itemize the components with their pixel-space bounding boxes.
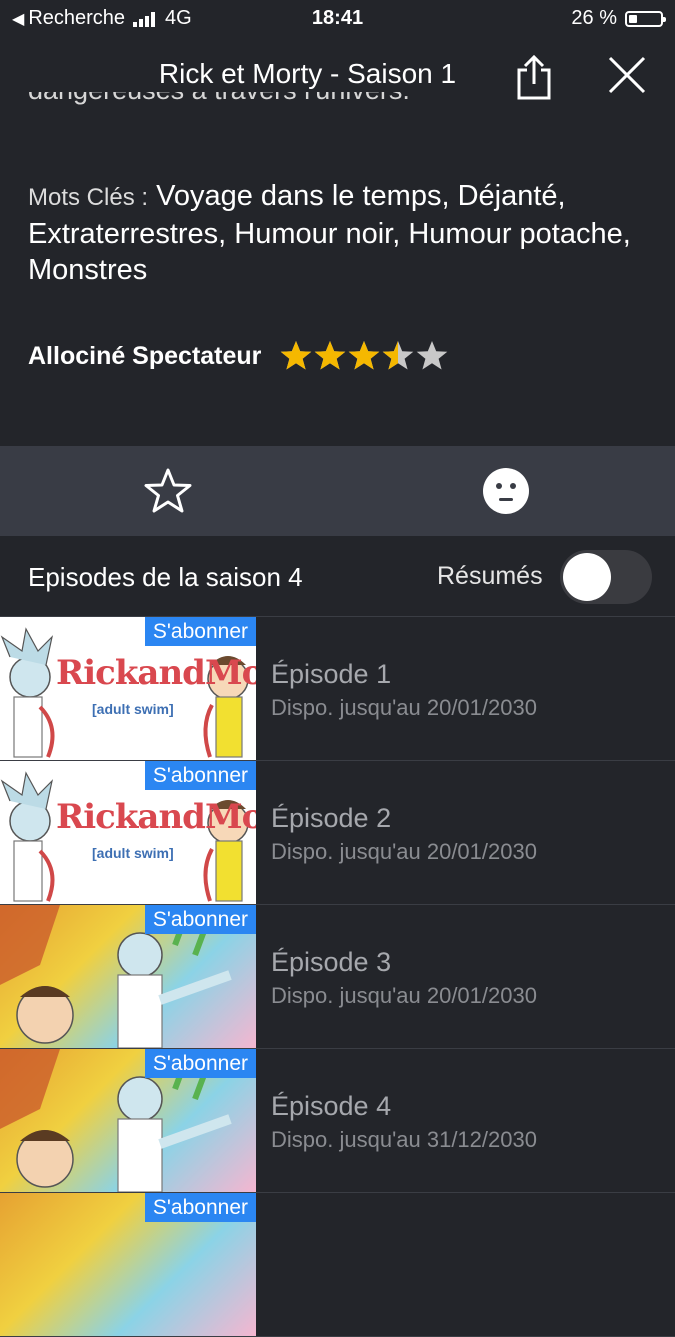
keywords: Mots Clés : Voyage dans le temps, Déjant… <box>28 178 648 288</box>
rating-star-icon <box>313 339 347 373</box>
rating-star-icon <box>347 339 381 373</box>
subscribe-badge[interactable]: S'abonner <box>144 617 256 646</box>
summaries-toggle[interactable] <box>560 550 652 604</box>
episode-thumbnail: S'abonner <box>0 905 256 1048</box>
episode-row[interactable]: S'abonner <box>0 1193 675 1337</box>
episode-availability: Dispo. jusqu'au 20/01/2030 <box>271 983 537 1008</box>
subscribe-badge[interactable]: S'abonner <box>144 1049 256 1078</box>
thumb-sub: [adult swim] <box>92 701 174 717</box>
episode-row[interactable]: RickandMorty [adult swim] S'abonner Épis… <box>0 761 675 905</box>
episode-thumbnail: S'abonner <box>0 1049 256 1192</box>
episode-list: RickandMorty [adult swim] S'abonner Épis… <box>0 617 675 1337</box>
status-bar: ◀ Recherche 4G 18:41 26 % <box>0 0 675 38</box>
favorite-button[interactable] <box>143 466 193 516</box>
episode-title: Épisode 1 <box>271 659 392 689</box>
episode-thumbnail: RickandMorty [adult swim] S'abonner <box>0 617 256 760</box>
close-button[interactable] <box>604 52 650 98</box>
thumb-sub: [adult swim] <box>92 845 174 861</box>
battery-percent: 26 % <box>571 7 617 29</box>
episode-availability: Dispo. jusqu'au 20/01/2030 <box>271 839 537 864</box>
rating-star-icon <box>415 339 449 373</box>
rating-star-icon <box>381 339 415 373</box>
rating-star-icon <box>279 339 313 373</box>
episode-row[interactable]: RickandMorty [adult swim] S'abonner Épis… <box>0 617 675 761</box>
share-button[interactable] <box>512 52 556 102</box>
rating: Allociné Spectateur <box>28 336 449 376</box>
episodes-header: Episodes de la saison 4 Résumés <box>0 538 675 617</box>
episode-title: Épisode 4 <box>271 1091 392 1121</box>
episode-row[interactable]: S'abonner Épisode 3 Dispo. jusqu'au 20/0… <box>0 905 675 1049</box>
episode-title: Épisode 2 <box>271 803 392 833</box>
episode-row[interactable]: S'abonner Épisode 4 Dispo. jusqu'au 31/1… <box>0 1049 675 1193</box>
episode-availability: Dispo. jusqu'au 20/01/2030 <box>271 695 537 720</box>
share-icon <box>517 54 551 100</box>
thumb-logo: RickandMorty <box>56 653 256 693</box>
rating-label: Allociné Spectateur <box>28 341 262 370</box>
subscribe-badge[interactable]: S'abonner <box>144 1193 256 1222</box>
episode-availability: Dispo. jusqu'au 31/12/2030 <box>271 1127 537 1152</box>
episode-thumbnail: S'abonner <box>0 1193 256 1336</box>
keywords-label: Mots Clés : <box>28 184 149 211</box>
rating-stars <box>279 339 449 373</box>
episodes-title: Episodes de la saison 4 <box>28 562 303 592</box>
action-bar <box>0 446 675 536</box>
toggle-knob <box>563 553 611 601</box>
description-tail: dangereuses à travers l'univers. <box>28 92 410 120</box>
subscribe-badge[interactable]: S'abonner <box>144 905 256 934</box>
summaries-label: Résumés <box>437 562 543 590</box>
subscribe-badge[interactable]: S'abonner <box>144 761 256 790</box>
neutral-face-icon <box>483 468 529 514</box>
description-tail-text: dangereuses à travers l'univers. <box>28 92 410 104</box>
star-outline-icon <box>144 468 192 513</box>
close-icon <box>608 56 646 94</box>
episode-title: Épisode 3 <box>271 947 392 977</box>
battery-icon <box>625 10 666 27</box>
status-right: 26 % <box>571 7 666 30</box>
thumb-logo: RickandMorty <box>56 797 256 837</box>
reaction-button[interactable] <box>482 467 530 515</box>
episode-thumbnail: RickandMorty [adult swim] S'abonner <box>0 761 256 904</box>
